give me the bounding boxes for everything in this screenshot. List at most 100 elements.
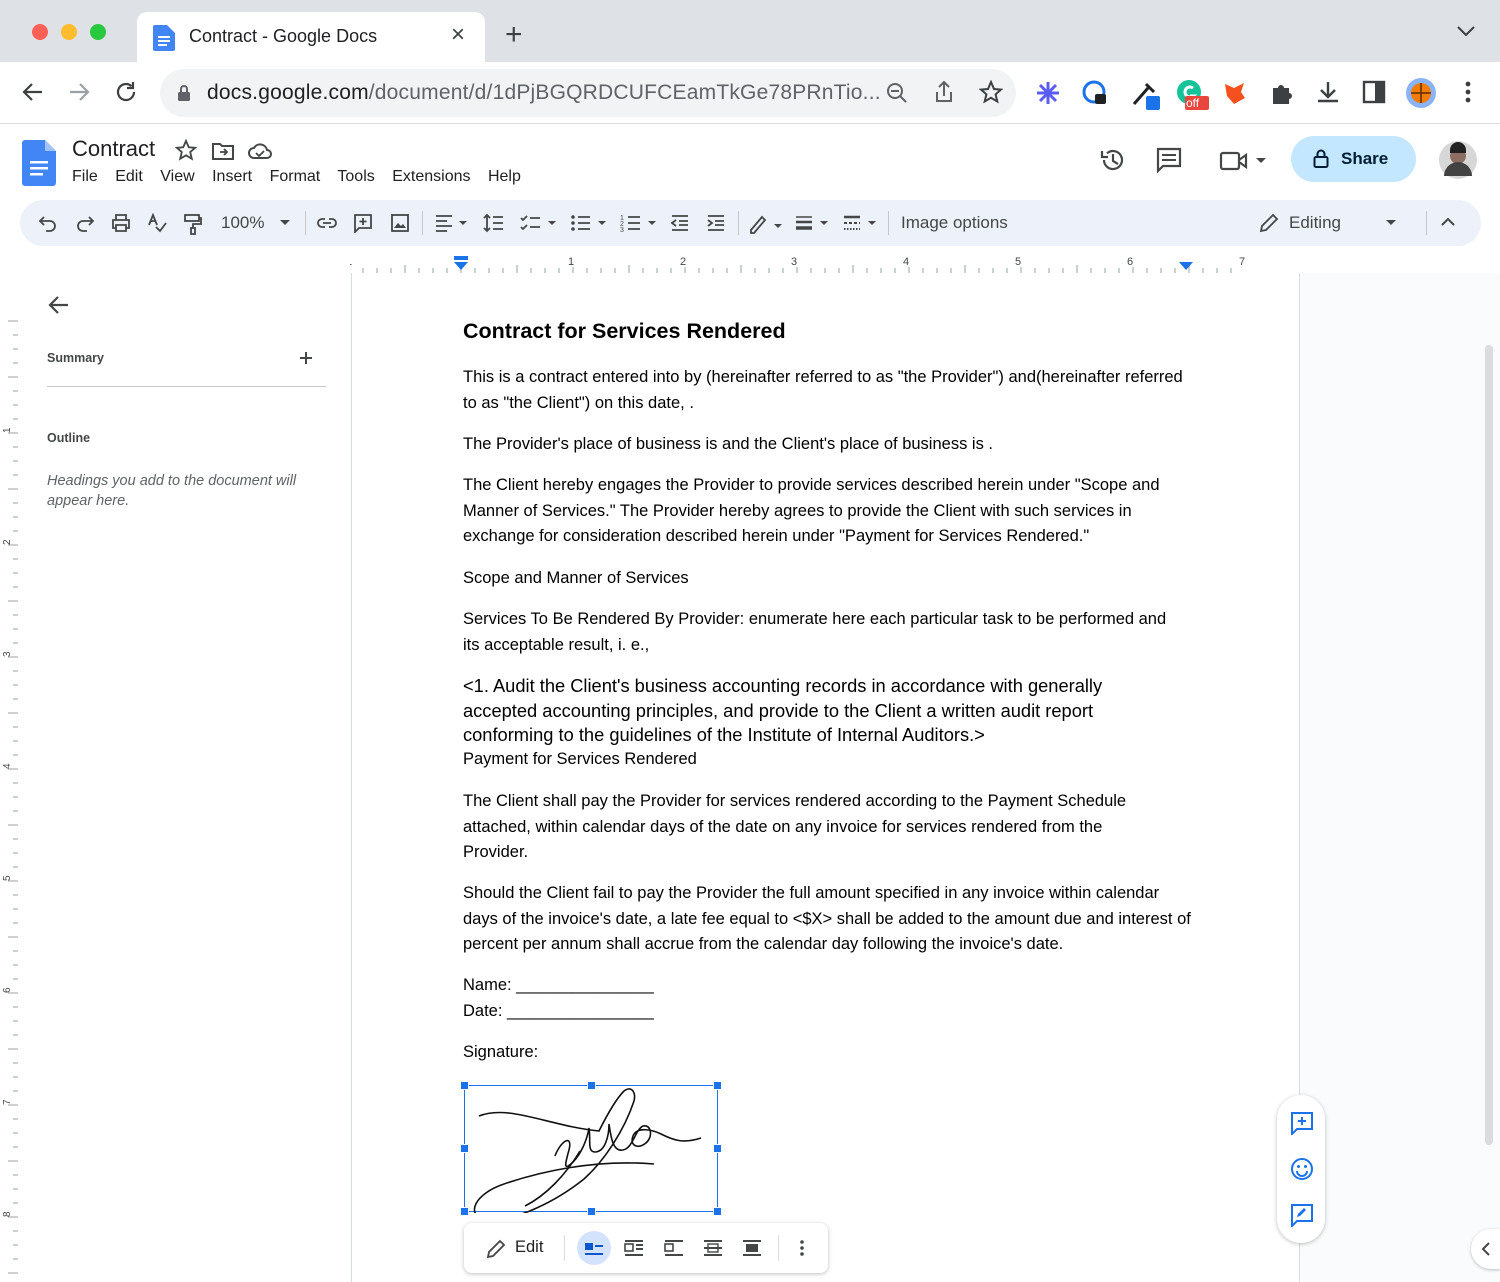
paragraph[interactable]: Payment for Services Rendered: [463, 747, 1193, 773]
border-color-icon[interactable]: [748, 213, 786, 235]
bookmark-star-icon[interactable]: [979, 80, 1003, 104]
lock-icon[interactable]: [177, 84, 191, 102]
side-panel-icon[interactable]: [1362, 80, 1386, 104]
share-page-icon[interactable]: [933, 80, 955, 104]
extension-eyedropper-icon[interactable]: [1130, 78, 1162, 110]
resize-handle[interactable]: [587, 1081, 596, 1090]
paragraph[interactable]: The Provider's place of business is and …: [463, 432, 1193, 458]
align-icon[interactable]: [434, 213, 472, 233]
video-icon[interactable]: [1219, 150, 1269, 172]
menu-file[interactable]: File: [72, 168, 98, 185]
vertical-ruler[interactable]: 1 2 3 4 5 6 7 8: [0, 273, 18, 1282]
comment-icon[interactable]: [1156, 147, 1182, 173]
more-options-icon[interactable]: [798, 1238, 806, 1258]
line-spacing-icon[interactable]: [483, 213, 505, 233]
resize-handle[interactable]: [587, 1207, 596, 1216]
signature-image[interactable]: [460, 1081, 722, 1216]
resize-handle[interactable]: [713, 1207, 722, 1216]
editing-mode-select[interactable]: Editing: [1289, 213, 1341, 233]
insert-image-icon[interactable]: [390, 213, 410, 233]
add-summary-icon[interactable]: [299, 351, 313, 365]
avatar[interactable]: [1438, 140, 1478, 180]
menu-format[interactable]: Format: [270, 168, 321, 185]
extension-fox-icon[interactable]: [1222, 80, 1248, 106]
border-weight-icon[interactable]: [794, 213, 832, 233]
menu-insert[interactable]: Insert: [212, 168, 252, 185]
paragraph[interactable]: Services To Be Rendered By Provider: enu…: [463, 607, 1173, 658]
horizontal-ruler[interactable]: 1 1 2 3 4 5 6 7: [350, 253, 1301, 273]
cloud-saved-icon[interactable]: [248, 141, 272, 161]
break-text-icon[interactable]: [664, 1240, 684, 1256]
history-icon[interactable]: [1099, 146, 1127, 174]
bulleted-list-icon[interactable]: [570, 213, 610, 233]
minimize-window-button[interactable]: [61, 24, 77, 40]
url-text[interactable]: docs.google.com/document/d/1dPjBGQRDCUFC…: [207, 81, 881, 105]
close-window-button[interactable]: [32, 24, 48, 40]
date-line[interactable]: Date: ________________: [463, 999, 1193, 1025]
numbered-list-icon[interactable]: 123: [620, 213, 660, 233]
menu-edit[interactable]: Edit: [115, 168, 143, 185]
document-page[interactable]: Contract for Services Rendered This is a…: [351, 273, 1300, 1282]
download-icon[interactable]: [1315, 79, 1341, 105]
tab-search-chevron-icon[interactable]: [1455, 24, 1477, 38]
document-title[interactable]: Contract: [72, 136, 155, 162]
extension-lock-badge-icon[interactable]: [1082, 80, 1110, 108]
zoom-out-icon[interactable]: [886, 82, 908, 104]
add-comment-icon[interactable]: [1290, 1111, 1314, 1135]
back-icon[interactable]: [20, 79, 46, 105]
extensions-puzzle-icon[interactable]: [1269, 80, 1295, 106]
pencil-icon[interactable]: [486, 1239, 506, 1259]
browser-tab[interactable]: Contract - Google Docs ×: [137, 12, 485, 62]
new-tab-button[interactable]: +: [505, 20, 523, 50]
behind-text-icon[interactable]: [703, 1240, 723, 1256]
resize-handle[interactable]: [713, 1081, 722, 1090]
paragraph[interactable]: Scope and Manner of Services: [463, 566, 1193, 592]
wrap-text-icon[interactable]: [624, 1240, 644, 1256]
name-line[interactable]: Name: _______________: [463, 973, 1193, 999]
edit-image-button[interactable]: Edit: [515, 1238, 543, 1257]
increase-indent-icon[interactable]: [706, 213, 726, 233]
image-options-button[interactable]: Image options: [901, 213, 1008, 233]
resize-handle[interactable]: [460, 1081, 469, 1090]
menu-extensions[interactable]: Extensions: [392, 168, 470, 185]
wrap-inline-button[interactable]: [577, 1231, 611, 1265]
paragraph[interactable]: This is a contract entered into by (here…: [463, 365, 1193, 416]
paragraph[interactable]: Should the Client fail to pay the Provid…: [463, 881, 1193, 958]
extension-asterisk-icon[interactable]: [1035, 80, 1061, 106]
browser-menu-icon[interactable]: [1458, 79, 1478, 105]
emoji-reaction-icon[interactable]: [1290, 1157, 1314, 1181]
suggest-edits-icon[interactable]: [1290, 1203, 1314, 1227]
menu-view[interactable]: View: [160, 168, 194, 185]
profile-avatar-icon[interactable]: [1405, 77, 1437, 109]
collapse-toolbar-icon[interactable]: [1441, 217, 1455, 227]
back-arrow-icon[interactable]: [48, 295, 70, 315]
paragraph[interactable]: The Client hereby engages the Provider t…: [463, 473, 1193, 550]
paint-format-icon[interactable]: [183, 213, 203, 235]
address-bar[interactable]: docs.google.com/document/d/1dPjBGQRDCUFC…: [160, 69, 1016, 117]
chevron-down-icon[interactable]: [1385, 219, 1397, 227]
checklist-icon[interactable]: [520, 213, 560, 233]
first-line-indent-marker[interactable]: [454, 256, 468, 260]
zoom-select[interactable]: 100%: [221, 213, 264, 233]
scrollbar[interactable]: [1485, 345, 1493, 1145]
paragraph[interactable]: <1. Audit the Client's business accounti…: [463, 674, 1133, 748]
docs-logo-icon[interactable]: [22, 140, 56, 186]
undo-icon[interactable]: [38, 213, 58, 233]
chevron-down-icon[interactable]: [279, 219, 291, 227]
menu-help[interactable]: Help: [488, 168, 521, 185]
menu-tools[interactable]: Tools: [337, 168, 374, 185]
close-tab-icon[interactable]: ×: [451, 21, 465, 49]
resize-handle[interactable]: [460, 1207, 469, 1216]
print-icon[interactable]: [111, 213, 131, 233]
spellcheck-icon[interactable]: [147, 213, 167, 233]
border-dash-icon[interactable]: [842, 213, 880, 233]
insert-link-icon[interactable]: [316, 213, 338, 233]
forward-icon[interactable]: [66, 79, 92, 105]
reload-icon[interactable]: [113, 79, 139, 105]
in-front-of-text-icon[interactable]: [742, 1240, 762, 1256]
paragraph[interactable]: The Client shall pay the Provider for se…: [463, 789, 1168, 866]
resize-handle[interactable]: [460, 1144, 469, 1153]
resize-handle[interactable]: [713, 1144, 722, 1153]
decrease-indent-icon[interactable]: [670, 213, 690, 233]
star-icon[interactable]: [175, 139, 197, 161]
